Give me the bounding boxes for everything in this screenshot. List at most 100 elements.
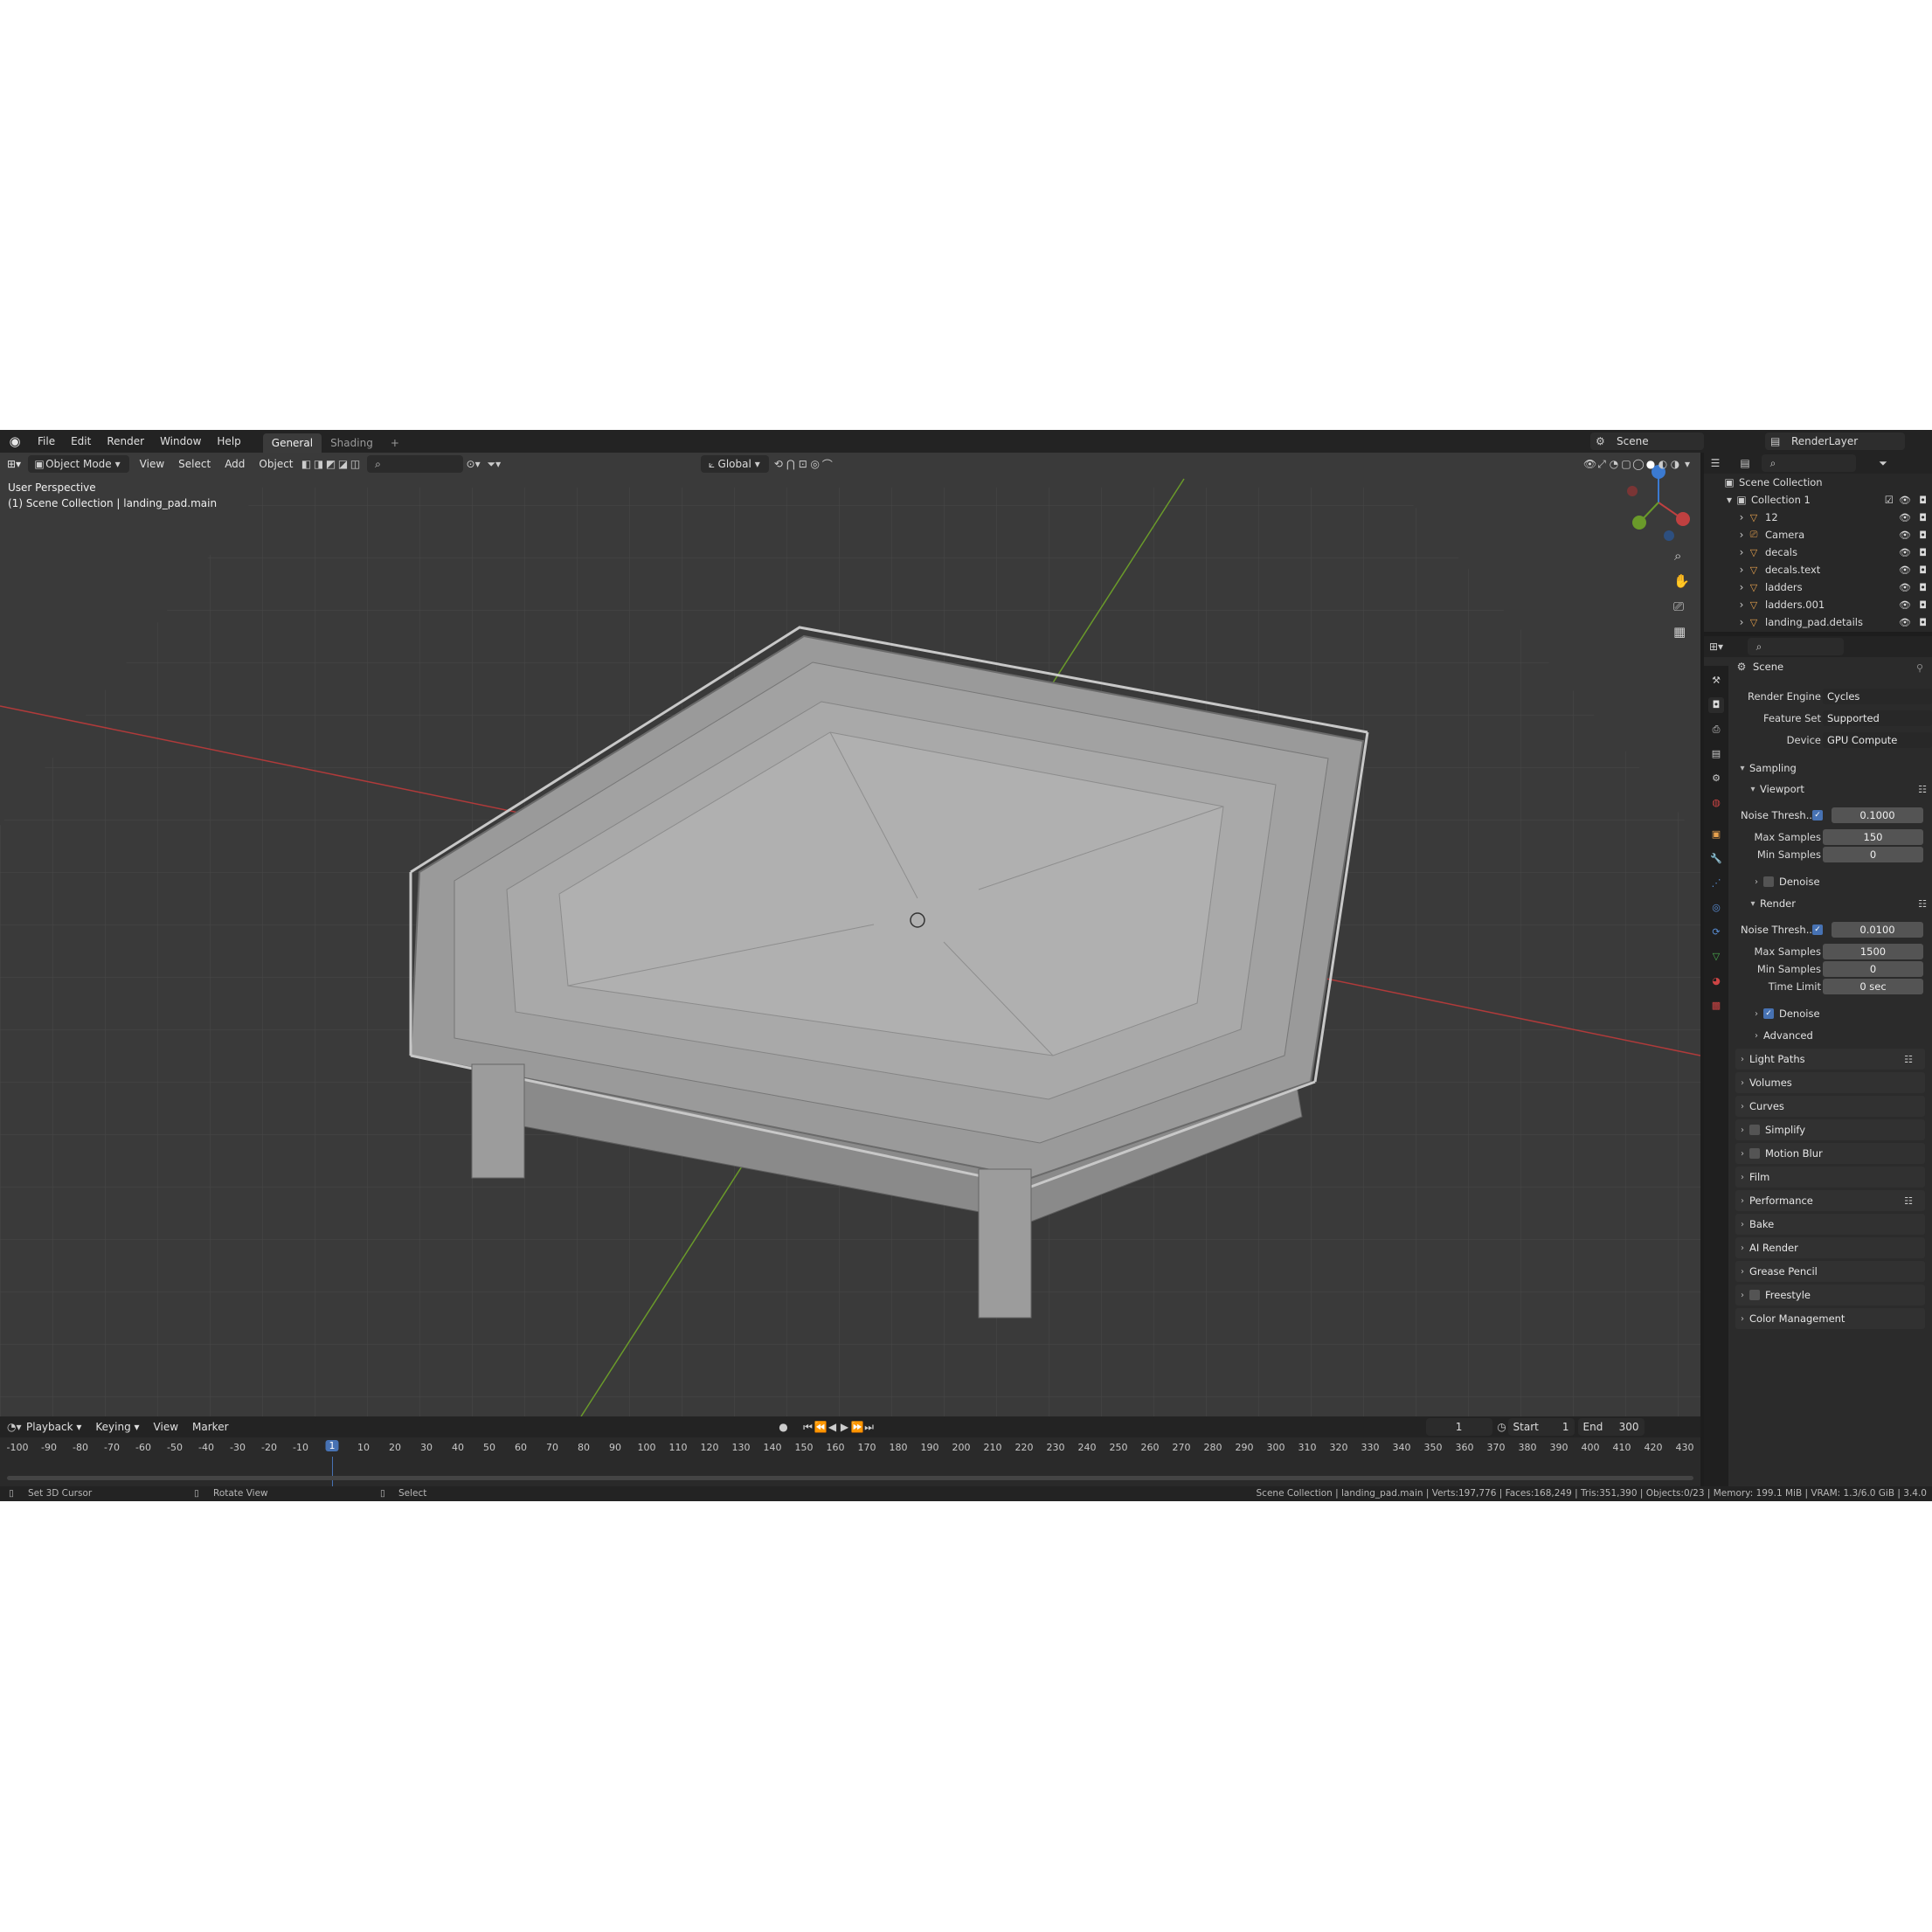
shading-wireframe-icon[interactable]: ◯ xyxy=(1632,458,1645,470)
expand-arrow-icon[interactable]: › xyxy=(1735,599,1748,611)
particles-tab-icon[interactable]: ⋰ xyxy=(1708,876,1724,891)
eye-icon[interactable]: 👁 xyxy=(1899,599,1911,611)
outliner-item[interactable]: › ▽ 12 👁 ◘ xyxy=(1704,509,1932,526)
render-max-samples-field[interactable]: 1500 xyxy=(1823,944,1923,959)
output-tab-icon[interactable]: ⎙ xyxy=(1708,722,1724,737)
start-frame-field[interactable]: Start 1 xyxy=(1507,1418,1575,1436)
timeline-editor[interactable]: ◔▾ Playback ▾ Keying ▾ View Marker ● ⏮ ⏪… xyxy=(0,1416,1700,1486)
outliner-item[interactable]: › ▽ landing_pad.details 👁 ◘ xyxy=(1704,613,1932,631)
material-tab-icon[interactable]: ◕ xyxy=(1708,973,1724,989)
gizmo-x-icon[interactable] xyxy=(1676,512,1690,526)
eye-icon[interactable]: 👁 xyxy=(1899,617,1911,628)
end-frame-field[interactable]: End 300 xyxy=(1577,1418,1645,1436)
ortho-grid-icon[interactable]: ▦ xyxy=(1673,624,1686,640)
snap-target-icon[interactable]: ⊡ xyxy=(797,458,809,470)
render-camera-icon[interactable]: ◘ xyxy=(1919,495,1927,506)
shading-material-icon[interactable]: ◐ xyxy=(1657,458,1669,470)
eye-icon[interactable]: 👁 xyxy=(1899,512,1911,523)
outliner-search-input[interactable]: ⌕ xyxy=(1762,454,1856,472)
overlay-toggle-icon[interactable]: ◔ xyxy=(1608,458,1620,470)
render-camera-icon[interactable]: ◘ xyxy=(1919,547,1927,558)
panel-volumes[interactable]: › Volumes xyxy=(1735,1072,1925,1093)
next-keyframe-icon[interactable]: ⏩ xyxy=(851,1421,864,1433)
checkbox-icon[interactable]: ☑ xyxy=(1885,494,1894,506)
panel-enable-checkbox[interactable] xyxy=(1749,1125,1760,1135)
select-extend-icon[interactable]: ◨ xyxy=(313,458,325,470)
menu-object[interactable]: Object xyxy=(252,454,300,474)
object-tab-icon[interactable]: ▣ xyxy=(1708,827,1724,842)
editor-type-icon[interactable]: ⊞▾ xyxy=(0,454,28,474)
pin-icon[interactable]: ⚲ xyxy=(1916,662,1923,674)
visibility-icon[interactable]: 👁 xyxy=(1583,458,1596,470)
menu-edit[interactable]: Edit xyxy=(63,430,99,453)
viewport-min-samples-field[interactable]: 0 xyxy=(1823,847,1923,862)
viewport-denoise-checkbox[interactable] xyxy=(1763,876,1774,887)
feature-set-dropdown[interactable]: Supported xyxy=(1823,710,1932,726)
viewport-search-input[interactable]: ⌕ xyxy=(366,455,463,473)
render-camera-icon[interactable]: ◘ xyxy=(1919,599,1927,611)
presets-list-icon[interactable]: ☷ xyxy=(1918,898,1927,910)
panel-bake[interactable]: › Bake xyxy=(1735,1214,1925,1235)
xray-toggle-icon[interactable]: ▢ xyxy=(1620,458,1632,470)
expand-arrow-icon[interactable]: ▾ xyxy=(1723,494,1735,506)
modifier-tab-icon[interactable]: 🔧 xyxy=(1708,851,1724,867)
render-denoise-checkbox[interactable]: ✓ xyxy=(1763,1008,1774,1019)
expand-arrow-icon[interactable]: › xyxy=(1735,564,1748,576)
eye-icon[interactable]: 👁 xyxy=(1899,547,1911,558)
presets-list-icon[interactable]: ☷ xyxy=(1904,1195,1913,1207)
render-camera-icon[interactable]: ◘ xyxy=(1919,564,1927,576)
render-engine-dropdown[interactable]: Cycles xyxy=(1823,689,1932,704)
play-reverse-icon[interactable]: ◀ xyxy=(827,1421,839,1433)
panel-freestyle[interactable]: › Freestyle xyxy=(1735,1285,1925,1305)
render-noise-threshold-checkbox[interactable]: ✓ xyxy=(1812,924,1823,935)
presets-list-icon[interactable]: ☷ xyxy=(1918,784,1927,795)
presets-list-icon[interactable]: ☷ xyxy=(1904,1054,1913,1065)
shading-options-icon[interactable]: ▾ xyxy=(1681,458,1693,470)
gizmo-toggle-icon[interactable]: ⤢ xyxy=(1596,458,1608,471)
timeline-scrollbar[interactable] xyxy=(7,1476,1693,1480)
playhead-line[interactable] xyxy=(332,1457,333,1486)
menu-window[interactable]: Window xyxy=(152,430,209,453)
viewport-noise-threshold-field[interactable]: 0.1000 xyxy=(1832,807,1923,823)
panel-light-paths[interactable]: › Light Paths ☷ xyxy=(1735,1049,1925,1070)
mode-selector[interactable]: ▣ Object Mode ▾ xyxy=(28,455,129,473)
proportional-edit-icon[interactable]: ◎ xyxy=(809,458,821,470)
pivot-icon[interactable]: ⊙▾ xyxy=(467,458,481,470)
expand-arrow-icon[interactable]: › xyxy=(1735,616,1748,628)
eye-icon[interactable]: 👁 xyxy=(1899,582,1911,593)
eye-icon[interactable]: 👁 xyxy=(1899,495,1911,506)
keying-menu[interactable]: Keying ▾ xyxy=(88,1417,146,1437)
render-tab-icon[interactable]: ◘ xyxy=(1708,697,1724,713)
outliner-item[interactable]: › ▽ decals 👁 ◘ xyxy=(1704,544,1932,561)
scene-tab-icon[interactable]: ⚙ xyxy=(1708,771,1724,786)
transform-orientation-selector[interactable]: ⟀ Global ▾ xyxy=(700,455,769,473)
select-intersect-icon[interactable]: ◫ xyxy=(350,458,362,470)
panel-simplify[interactable]: › Simplify xyxy=(1735,1119,1925,1140)
playback-menu[interactable]: Playback ▾ xyxy=(19,1417,88,1437)
render-subpanel-header[interactable]: ▾ Render ☷ xyxy=(1746,894,1932,913)
jump-end-icon[interactable]: ⏭ xyxy=(863,1421,876,1434)
render-camera-icon[interactable]: ◘ xyxy=(1919,617,1927,628)
select-invert-icon[interactable]: ◪ xyxy=(337,458,350,470)
properties-editor-icon[interactable]: ⊞▾ xyxy=(1709,641,1723,653)
panel-curves[interactable]: › Curves xyxy=(1735,1096,1925,1117)
menu-select[interactable]: Select xyxy=(171,454,218,474)
add-workspace-button[interactable]: + xyxy=(382,433,408,453)
constraints-tab-icon[interactable]: ⟳ xyxy=(1708,924,1724,940)
outliner-item[interactable]: › ▽ decals.text 👁 ◘ xyxy=(1704,561,1932,578)
menu-help[interactable]: Help xyxy=(209,430,248,453)
record-icon[interactable]: ● xyxy=(778,1421,790,1433)
properties-search-input[interactable]: ⌕ xyxy=(1748,638,1844,655)
outliner-collection-1[interactable]: ▾ ▣ Collection 1 ☑ 👁 ◘ xyxy=(1704,491,1932,509)
outliner-item[interactable]: › ⎚ Camera 👁 ◘ xyxy=(1704,526,1932,544)
shading-solid-icon[interactable]: ● xyxy=(1645,458,1657,470)
select-box-icon[interactable]: ◧ xyxy=(301,458,313,470)
outliner-editor-icon[interactable]: ☰ xyxy=(1709,457,1721,469)
viewport-denoise-subpanel[interactable]: › Denoise xyxy=(1749,872,1932,891)
panel-enable-checkbox[interactable] xyxy=(1749,1148,1760,1159)
falloff-icon[interactable]: ⌒ xyxy=(821,457,834,472)
snap-magnet-icon[interactable]: ⋂ xyxy=(785,458,797,470)
time-limit-field[interactable]: 0 sec xyxy=(1823,979,1923,994)
outliner-scene-collection[interactable]: ▣ Scene Collection xyxy=(1704,474,1932,491)
pan-hand-icon[interactable]: ✋ xyxy=(1673,573,1690,589)
